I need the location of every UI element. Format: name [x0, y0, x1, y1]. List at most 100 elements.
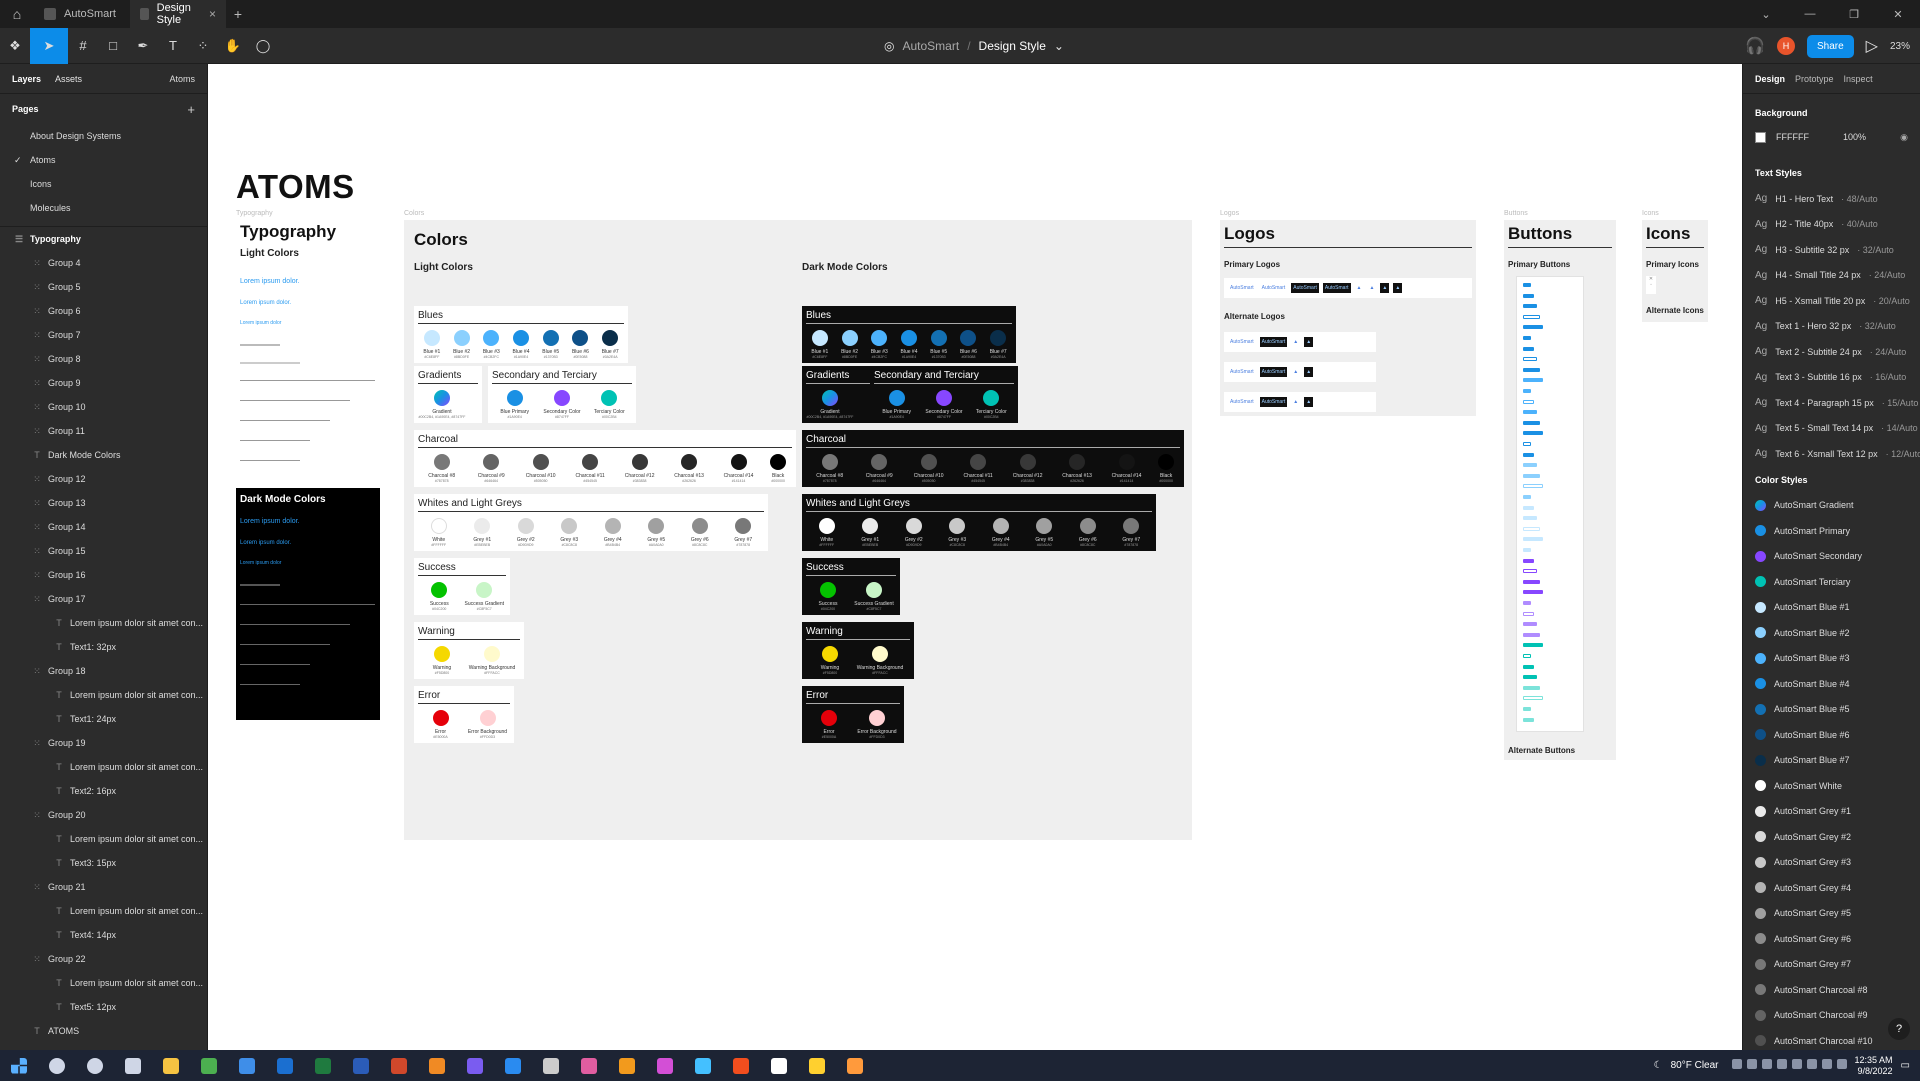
- color-swatch[interactable]: Charcoal #10 #505050: [907, 454, 950, 483]
- color-swatch[interactable]: Blue #1 #C6E8FF: [808, 330, 832, 359]
- chevron-down-icon[interactable]: ⌄: [1054, 39, 1064, 53]
- frame-tool-icon[interactable]: #: [68, 28, 98, 64]
- color-swatch[interactable]: Grey #2 #D9D9D9: [507, 518, 545, 547]
- text-style-item[interactable]: Ag Text 5 - Small Text 14 px · 14/Auto: [1743, 416, 1920, 442]
- color-swatch[interactable]: Charcoal #11 #454545: [568, 454, 611, 483]
- color-style-item[interactable]: AutoSmart Blue #5: [1743, 697, 1920, 723]
- tab-autosmart[interactable]: AutoSmart: [34, 0, 130, 28]
- color-style-item[interactable]: AutoSmart Grey #1: [1743, 799, 1920, 825]
- color-card-gradients[interactable]: Gradients Gradient #00C2B4, #1A90E4, #8747…: [414, 366, 482, 423]
- chrome-icon[interactable]: [190, 1050, 228, 1081]
- resources-icon[interactable]: ⁘: [188, 28, 218, 64]
- color-style-item[interactable]: AutoSmart Terciary: [1743, 569, 1920, 595]
- color-swatch[interactable]: Blue #6 #0E5088: [957, 330, 981, 359]
- colors-frame[interactable]: Colors Light Colors Dark Mode Colors Blu…: [404, 220, 1192, 840]
- color-swatch[interactable]: Blue #7 #0A2E4A: [598, 330, 622, 359]
- text-style-item[interactable]: Ag H4 - Small Title 24 px · 24/Auto: [1743, 263, 1920, 289]
- color-swatch[interactable]: Blue #3 #4CB2FC: [867, 330, 891, 359]
- dark-color-card-whites-and-light-greys[interactable]: Whites and Light Greys White #FFFFFF Grey #…: [802, 494, 1156, 551]
- help-button[interactable]: ?: [1888, 1018, 1910, 1040]
- layer-item[interactable]: T Lorem ipsum dolor sit amet con...: [0, 971, 207, 995]
- store-icon[interactable]: [228, 1050, 266, 1081]
- home-icon[interactable]: ⌂: [0, 0, 34, 28]
- layer-item[interactable]: ⁙ Group 12: [0, 467, 207, 491]
- color-style-item[interactable]: AutoSmart Blue #7: [1743, 748, 1920, 774]
- layer-item[interactable]: T Text5: 12px: [0, 995, 207, 1019]
- layer-item[interactable]: ⁙ Group 11: [0, 419, 207, 443]
- chevron-down-icon[interactable]: ⌄: [1744, 0, 1788, 28]
- color-card-warning[interactable]: Warning Warning #F5D800 Warning Background #…: [414, 622, 524, 679]
- color-swatch[interactable]: Blue Primary #1A90E4: [494, 390, 535, 419]
- layer-item[interactable]: T Text3: 15px: [0, 851, 207, 875]
- dark-color-card-charcoal[interactable]: Charcoal Charcoal #8 #787878 Charcoal #9 #64…: [802, 430, 1184, 487]
- color-swatch[interactable]: Blue #4 #1A90E4: [897, 330, 921, 359]
- layer-item[interactable]: ⁙ Group 18: [0, 659, 207, 683]
- color-swatch[interactable]: Success #04C200: [808, 582, 848, 611]
- text-style-item[interactable]: Ag Text 3 - Subtitle 16 px · 16/Auto: [1743, 365, 1920, 391]
- color-swatch[interactable]: Charcoal #14 #141414: [1105, 454, 1148, 483]
- layer-item[interactable]: ⁙ Group 20: [0, 803, 207, 827]
- color-swatch[interactable]: Warning Background #FFFACC: [857, 646, 903, 675]
- color-swatch[interactable]: Blue #5 #1370B3: [539, 330, 563, 359]
- color-swatch[interactable]: Charcoal #13 #262626: [1055, 454, 1098, 483]
- canvas[interactable]: ATOMS Typography Typography Light Colors…: [208, 64, 1742, 1050]
- color-swatch[interactable]: Gradient #00C2B4, #1A90E4, #8747FF: [419, 390, 465, 419]
- layer-item[interactable]: T Lorem ipsum dolor sit amet con...: [0, 755, 207, 779]
- color-style-item[interactable]: AutoSmart Grey #5: [1743, 901, 1920, 927]
- color-swatch[interactable]: Success #04C200: [420, 582, 459, 611]
- color-swatch[interactable]: Grey #5 #A0A0A0: [638, 518, 676, 547]
- background-opacity[interactable]: 100%: [1843, 132, 1866, 142]
- frame-label-buttons[interactable]: Buttons: [1504, 210, 1528, 217]
- color-style-item[interactable]: AutoSmart Grey #3: [1743, 850, 1920, 876]
- file-name[interactable]: Design Style: [979, 39, 1046, 53]
- color-swatch[interactable]: Terciary Color #00C2B4: [971, 390, 1012, 419]
- color-style-item[interactable]: AutoSmart Grey #6: [1743, 926, 1920, 952]
- tab-layers[interactable]: Layers: [12, 74, 41, 84]
- icons-frame[interactable]: Icons Primary Icons ✕ ◦ Alternate Icons: [1642, 220, 1708, 322]
- text-style-item[interactable]: Ag Text 2 - Subtitle 24 px · 24/Auto: [1743, 339, 1920, 365]
- hand-tool-icon[interactable]: ✋: [218, 28, 248, 64]
- frame-label-colors[interactable]: Colors: [404, 210, 424, 217]
- color-swatch[interactable]: Blue #3 #4CB2FC: [479, 330, 503, 359]
- layer-item[interactable]: T Text4: 14px: [0, 923, 207, 947]
- eye-icon[interactable]: ◉: [1900, 132, 1908, 143]
- layer-item[interactable]: ⁙ Group 5: [0, 275, 207, 299]
- color-swatch[interactable]: Grey #6 #8C8C8C: [681, 518, 719, 547]
- color-swatch[interactable]: Secondary Color #8747FF: [541, 390, 582, 419]
- layer-item[interactable]: T Lorem ipsum dolor sit amet con...: [0, 899, 207, 923]
- color-swatch[interactable]: Error #E5000A: [420, 710, 461, 739]
- color-swatch[interactable]: Success Gradient #C8F5C7: [854, 582, 894, 611]
- move-tool-icon[interactable]: ➤: [30, 27, 68, 64]
- color-swatch[interactable]: White #FFFFFF: [808, 518, 846, 547]
- layer-item[interactable]: ⁙ Group 9: [0, 371, 207, 395]
- background-row[interactable]: FFFFFF 100% ◉: [1743, 126, 1920, 148]
- close-icon[interactable]: ×: [209, 7, 216, 21]
- color-swatch[interactable]: Error Background #FFD0D3: [467, 710, 508, 739]
- color-swatch[interactable]: Grey #3 #C8C8C8: [939, 518, 977, 547]
- main-menu-icon[interactable]: ❖: [0, 28, 30, 64]
- dark-typography-frame[interactable]: Dark Mode Colors Lorem ipsum dolor. Lore…: [236, 488, 380, 720]
- layer-item[interactable]: ☰ Typography: [0, 227, 207, 251]
- color-swatch[interactable]: Grey #2 #D9D9D9: [895, 518, 933, 547]
- dark-color-card-secondary-and-terciary[interactable]: Secondary and Terciary Blue Primary #1A90E…: [870, 366, 1018, 423]
- new-tab-button[interactable]: +: [226, 6, 250, 22]
- color-card-blues[interactable]: Blues Blue #1 #C6E8FF Blue #2 #8BD0FE Blue #3…: [414, 306, 628, 363]
- layer-item[interactable]: T ATOMS: [0, 1019, 207, 1043]
- app-icon[interactable]: [570, 1050, 608, 1081]
- color-swatch[interactable]: Grey #7 #787878: [1113, 518, 1151, 547]
- team-name[interactable]: AutoSmart: [902, 39, 959, 53]
- headphones-icon[interactable]: 🎧: [1745, 36, 1765, 56]
- window-close-icon[interactable]: ✕: [1876, 0, 1920, 28]
- layer-item[interactable]: T Lorem ipsum dolor sit amet con...: [0, 611, 207, 635]
- layer-item[interactable]: ⁙ Group 10: [0, 395, 207, 419]
- tab-assets[interactable]: Assets: [55, 74, 82, 84]
- frame-label-icons[interactable]: Icons: [1642, 210, 1659, 217]
- typography-frame[interactable]: Typography Light Colors Lorem ipsum dolo…: [236, 220, 380, 484]
- dark-color-card-success[interactable]: Success Success #04C200 Success Gradient #C8…: [802, 558, 900, 615]
- layer-item[interactable]: ⁙ Group 22: [0, 947, 207, 971]
- color-swatch[interactable]: Blue #1 #C6E8FF: [420, 330, 444, 359]
- color-swatch[interactable]: Grey #7 #787878: [725, 518, 763, 547]
- layer-item[interactable]: ⁙ Group 4: [0, 251, 207, 275]
- layer-item[interactable]: T Text1: 24px: [0, 707, 207, 731]
- zoom-level[interactable]: 23%: [1890, 41, 1910, 52]
